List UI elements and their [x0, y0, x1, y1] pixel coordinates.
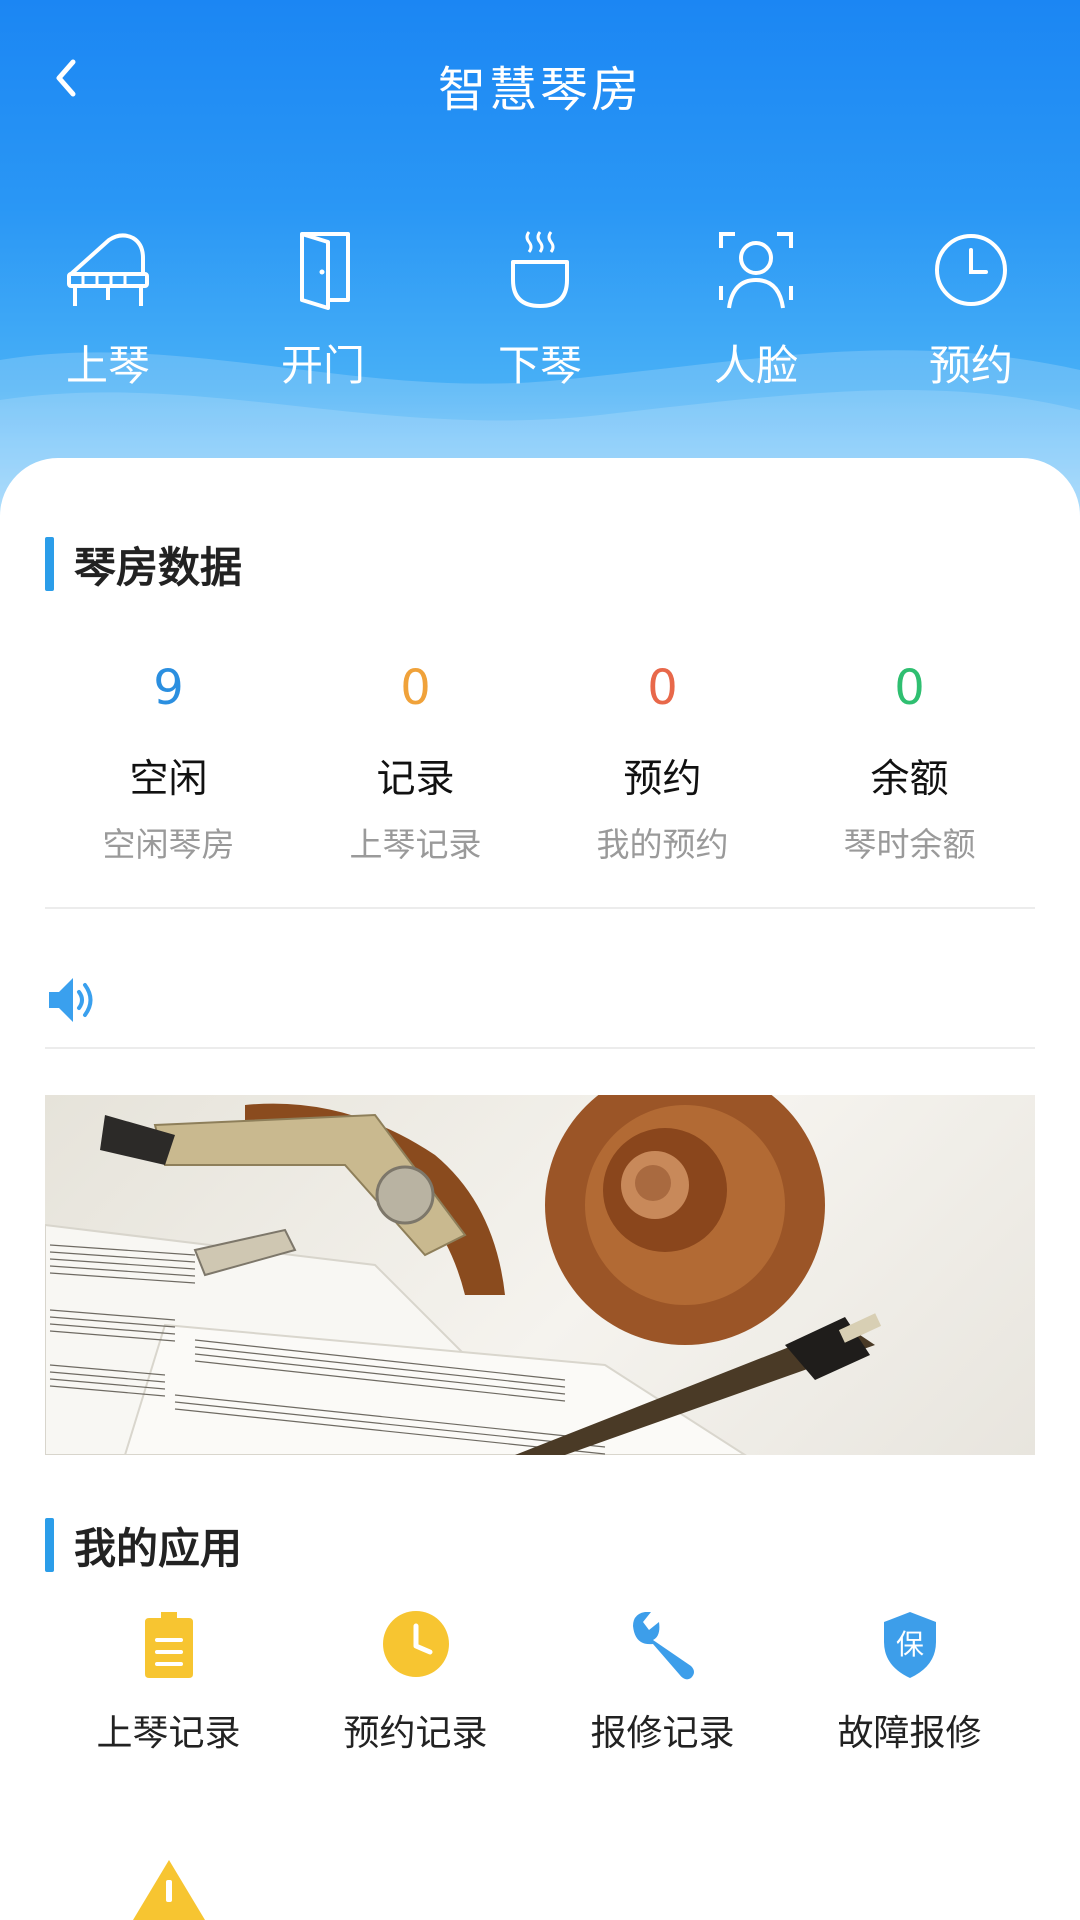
- banner-illustration: [45, 1095, 882, 1455]
- stat-play-records[interactable]: 0 记录 上琴记录: [292, 658, 539, 866]
- piano-icon: [67, 233, 149, 306]
- clock-icon: [382, 1611, 449, 1677]
- app-label: 预约记录: [343, 1713, 488, 1754]
- app-label: 报修记录: [590, 1713, 735, 1754]
- action-leave-piano[interactable]: 下琴: [460, 228, 620, 398]
- stat-idle-rooms[interactable]: 9 空闲 空闲琴房: [45, 658, 292, 866]
- divider: [45, 907, 1035, 909]
- stat-name: 余额: [870, 757, 949, 802]
- shield-badge-text: 保: [895, 1628, 923, 1661]
- section-title: 琴房数据: [74, 542, 243, 592]
- divider: [45, 1047, 1035, 1049]
- stat-value: 9: [153, 660, 184, 716]
- action-label: 上琴: [65, 341, 150, 390]
- door-icon: [300, 232, 350, 310]
- app-label: 上琴记录: [96, 1713, 241, 1754]
- quick-actions: 上琴 开门 下琴 人脸 预约: [0, 228, 1080, 398]
- warning-icon: [132, 1860, 205, 1920]
- app-header: 智慧琴房 上琴 开门 下琴 人脸 预约: [0, 0, 1080, 520]
- action-label: 下琴: [497, 341, 582, 390]
- stat-balance[interactable]: 0 余额 琴时余额: [786, 658, 1033, 866]
- section-accent-bar: [45, 1518, 54, 1572]
- action-play-piano[interactable]: 上琴: [28, 228, 188, 398]
- stat-value: 0: [894, 660, 925, 716]
- cup-steam-icon: [511, 231, 569, 308]
- action-open-door[interactable]: 开门: [243, 228, 403, 398]
- app-warning[interactable]: [45, 1858, 292, 1920]
- stat-name: 预约: [623, 757, 702, 802]
- stat-subtitle: 上琴记录: [349, 825, 482, 864]
- app-reservation-records[interactable]: 预约记录: [292, 1608, 539, 1756]
- section-title: 我的应用: [74, 1523, 243, 1573]
- action-label: 人脸: [713, 341, 798, 390]
- clipboard-icon: [144, 1612, 193, 1678]
- section-header-stats: 琴房数据: [45, 537, 242, 592]
- app-play-records[interactable]: 上琴记录: [45, 1608, 292, 1756]
- stat-subtitle: 琴时余额: [843, 825, 976, 864]
- stat-name: 空闲: [129, 757, 208, 802]
- stat-value: 0: [647, 660, 678, 716]
- speaker-icon: [49, 978, 93, 1022]
- wrench-icon: [632, 1612, 694, 1680]
- stat-my-reservations[interactable]: 0 预约 我的预约: [539, 658, 786, 866]
- banner-image[interactable]: [45, 1095, 1035, 1455]
- stats-row: 9 空闲 空闲琴房 0 记录 上琴记录 0 预约 我的预约 0 余额 琴时余额: [45, 658, 1035, 864]
- stat-subtitle: 空闲琴房: [102, 825, 235, 864]
- notice-bar[interactable]: [45, 950, 1035, 1050]
- apps-grid: 上琴记录 预约记录 报修记录 保 故障报修: [45, 1608, 1035, 1788]
- stat-name: 记录: [376, 757, 455, 802]
- shield-icon: 保: [883, 1612, 936, 1678]
- app-fault-report[interactable]: 保 故障报修: [786, 1608, 1033, 1756]
- action-reserve[interactable]: 预约: [891, 228, 1051, 398]
- app-repair-records[interactable]: 报修记录: [539, 1608, 786, 1756]
- content-card: 琴房数据 9 空闲 空闲琴房 0 记录 上琴记录 0 预约 我的预约 0 余额 …: [0, 458, 1080, 1920]
- clock-icon: [935, 234, 1007, 306]
- page-title: 智慧琴房: [437, 62, 642, 118]
- action-label: 预约: [928, 341, 1013, 390]
- action-label: 开门: [280, 341, 365, 390]
- stat-value: 0: [400, 660, 431, 716]
- section-header-apps: 我的应用: [45, 1518, 242, 1573]
- action-face-recognition[interactable]: 人脸: [676, 228, 836, 398]
- section-accent-bar: [45, 537, 54, 591]
- face-scan-icon: [719, 232, 793, 309]
- stat-subtitle: 我的预约: [596, 825, 729, 864]
- app-label: 故障报修: [837, 1713, 982, 1754]
